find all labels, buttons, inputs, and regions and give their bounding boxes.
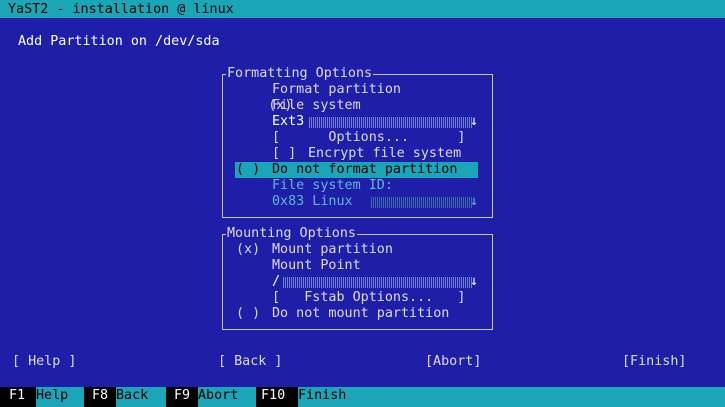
file-system-id-combobox: 0x83 Linux ↓ bbox=[272, 194, 480, 210]
file-system-fill bbox=[308, 117, 472, 128]
do-not-mount-radio[interactable]: ( ) bbox=[236, 306, 260, 322]
finish-button[interactable]: [Finish] bbox=[622, 354, 687, 370]
noformat-label: Do not format partition bbox=[272, 162, 458, 177]
dropdown-arrow-icon: ↓ bbox=[470, 114, 479, 129]
fkey-f8-label[interactable]: Back bbox=[116, 387, 166, 407]
fkey-f10[interactable]: F10 bbox=[256, 387, 298, 407]
file-system-id-label: File system ID: bbox=[272, 178, 393, 193]
do-not-format-option[interactable]: ( ) Do not format partition bbox=[235, 162, 478, 178]
file-system-label: File system bbox=[272, 98, 361, 113]
fkey-f1-label[interactable]: Help bbox=[36, 387, 84, 407]
file-system-id-value: 0x83 Linux bbox=[272, 194, 353, 209]
window-title: YaST2 - installation @ linux bbox=[8, 2, 234, 17]
abort-button[interactable]: [Abort] bbox=[425, 354, 481, 370]
format-partition-label[interactable]: Format partition bbox=[272, 82, 401, 98]
help-button[interactable]: [ Help ] bbox=[12, 354, 77, 370]
formatting-options-title: Formatting Options bbox=[226, 66, 374, 82]
page-title: Add Partition on /dev/sda bbox=[18, 34, 220, 49]
title-bar: YaST2 - installation @ linux bbox=[0, 0, 725, 18]
do-not-mount-label[interactable]: Do not mount partition bbox=[272, 306, 449, 322]
mount-point-value: / bbox=[272, 274, 281, 289]
file-system-combobox[interactable]: Ext3 ↓ bbox=[272, 114, 480, 130]
mounting-options-title: Mounting Options bbox=[226, 226, 357, 242]
back-button[interactable]: [ Back ] bbox=[218, 354, 283, 370]
noformat-radio-mark: ( ) bbox=[236, 162, 261, 177]
mount-partition-label[interactable]: Mount partition bbox=[272, 242, 393, 258]
fstab-options-button[interactable]: [ Fstab Options... ] bbox=[272, 290, 465, 306]
dropdown-arrow-icon: ↓ bbox=[470, 194, 479, 209]
mount-point-combobox[interactable]: / ↓ bbox=[272, 274, 480, 290]
mount-point-label: Mount Point bbox=[272, 258, 361, 273]
fkey-f9[interactable]: F9 bbox=[166, 387, 198, 407]
mount-partition-radio[interactable]: (x) bbox=[236, 242, 260, 258]
file-system-value: Ext3 bbox=[272, 114, 305, 129]
options-button[interactable]: [ Options... ] bbox=[272, 130, 465, 146]
fkey-f10-label[interactable]: Finish bbox=[298, 387, 725, 407]
encrypt-checkbox[interactable]: [ ] bbox=[272, 146, 296, 162]
function-key-bar: F1 Help F8 Back F9 Abort F10 Finish bbox=[0, 387, 725, 407]
fkey-f9-label[interactable]: Abort bbox=[198, 387, 256, 407]
file-system-id-fill bbox=[370, 197, 472, 208]
dropdown-arrow-icon: ↓ bbox=[470, 274, 479, 289]
encrypt-label[interactable]: Encrypt file system bbox=[308, 146, 461, 162]
yast-screen: YaST2 - installation @ linux Add Partiti… bbox=[0, 0, 725, 407]
fkey-f8[interactable]: F8 bbox=[84, 387, 116, 407]
mount-point-fill bbox=[282, 277, 472, 288]
fkey-f1[interactable]: F1 bbox=[0, 387, 36, 407]
